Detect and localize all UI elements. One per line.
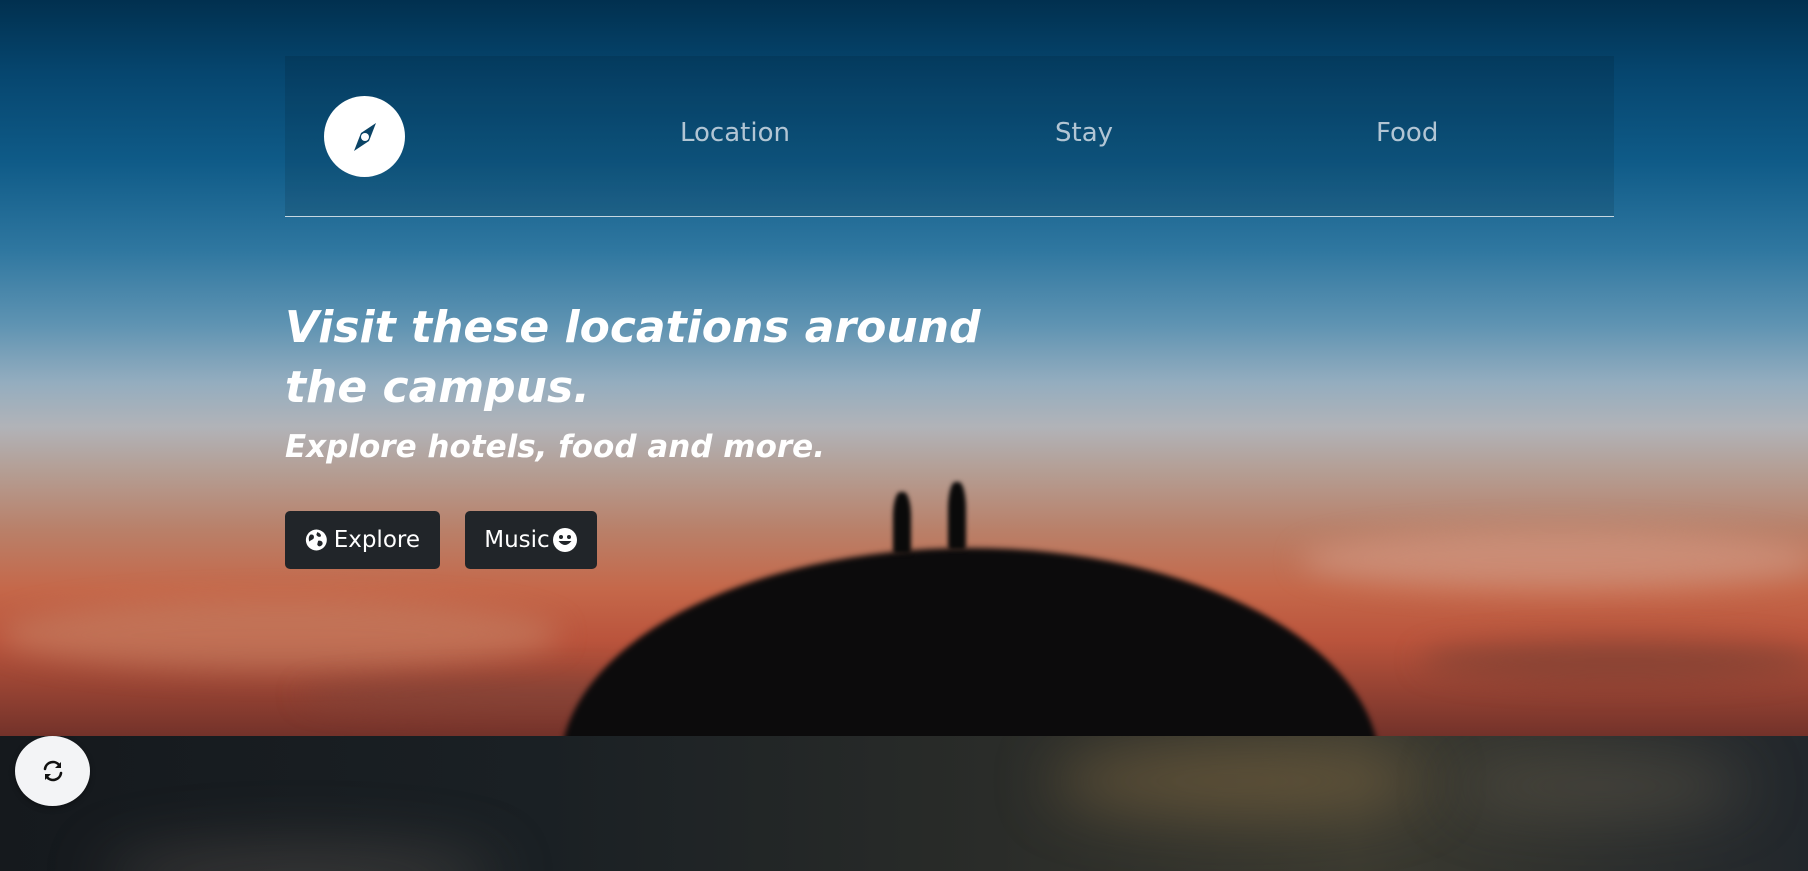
- nav-link-location[interactable]: Location: [680, 118, 790, 148]
- hero-headline: Visit these locations around the campus.: [285, 302, 981, 413]
- mountain-silhouette: [560, 548, 1380, 736]
- nav-link-food[interactable]: Food: [1376, 118, 1438, 148]
- smile-icon: [552, 528, 577, 552]
- explore-button-label: Explore: [333, 527, 420, 553]
- compass-icon: [353, 122, 376, 151]
- nav-link-stay[interactable]: Stay: [1055, 118, 1113, 148]
- navbar: Location Stay Food: [285, 56, 1614, 217]
- music-button[interactable]: Music: [465, 511, 597, 569]
- explore-button[interactable]: Explore: [285, 511, 440, 569]
- refresh-button[interactable]: [15, 736, 90, 806]
- refresh-icon: [43, 760, 62, 782]
- lower-section-background: [0, 736, 1808, 871]
- globe-icon: [305, 529, 327, 551]
- music-button-label: Music: [484, 527, 550, 553]
- brand-logo[interactable]: [324, 96, 405, 177]
- hero-subheadline: Explore hotels, food and more.: [285, 429, 825, 465]
